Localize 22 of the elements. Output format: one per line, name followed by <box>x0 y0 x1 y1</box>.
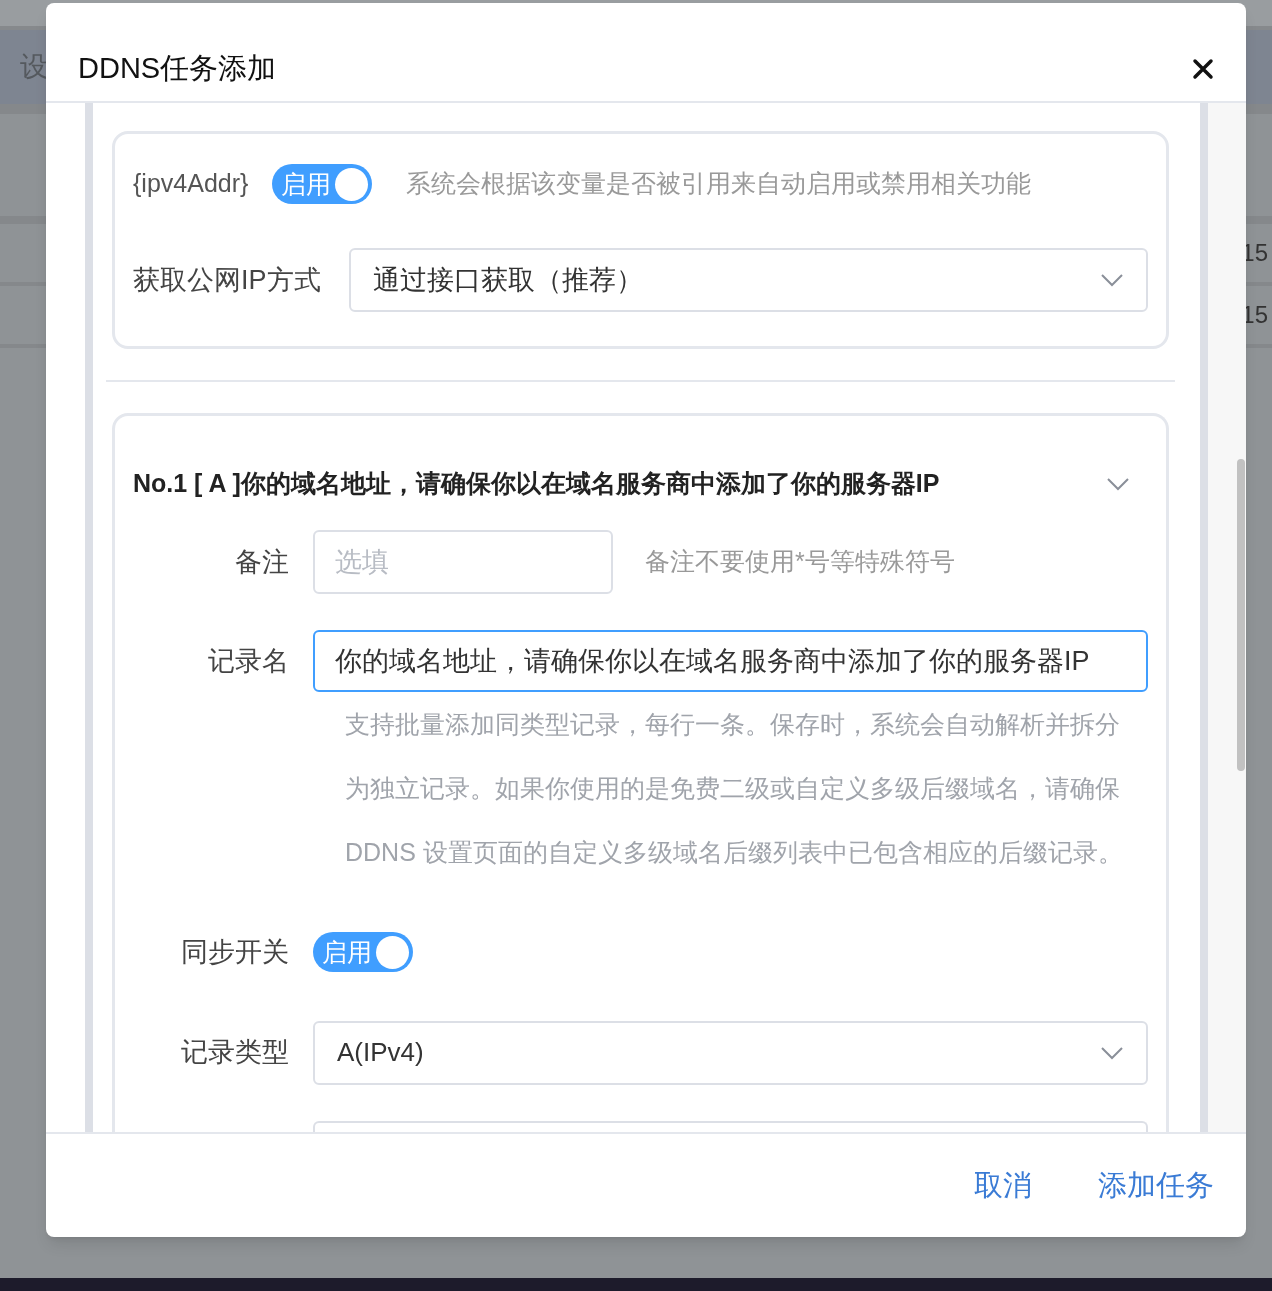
field-label: 同步开关 <box>180 936 289 969</box>
field-label: 备注 <box>234 545 289 579</box>
field-label: 记录类型 <box>180 1036 289 1070</box>
scrollbar-thumb[interactable] <box>1237 459 1245 771</box>
hint-text: 备注不要使用*号等特殊符号 <box>645 546 955 578</box>
hint-text: 系统会根据该变量是否被引用来自动启用或禁用相关功能 <box>406 168 1032 200</box>
variable-label: {ipv4Addr} <box>133 168 249 200</box>
chevron-icon <box>1100 1045 1124 1060</box>
field-label: 记录名 <box>207 644 289 678</box>
record-name-field[interactable]: 你的域名地址，请确保你以在域名服务商中添加了你的服务器IP <box>313 630 1148 692</box>
record-header[interactable]: No.1 [ A ]你的域名地址，请确保你以在域名服务商中添加了你的服务器IP <box>133 462 1148 506</box>
select-field[interactable]: 通过接口获取（推荐） <box>349 248 1148 312</box>
close-icon[interactable] <box>1192 58 1214 80</box>
chevron-icon <box>1106 477 1130 491</box>
dialog-title: DDNS任务添加 <box>78 51 277 87</box>
field-label: 获取公网IP方式 <box>133 263 322 297</box>
dialog-button[interactable]: 取消 <box>974 1163 1032 1208</box>
chevron-icon <box>1100 273 1124 287</box>
remark-field[interactable]: 选填 <box>313 530 613 594</box>
help-text: 支持批量添加同类型记录，每行一条。保存时，系统会自动解析并拆分为独立记录。如果你使用的是免费二级或自定义多级后缀域名，请确保 DDNS 设置页面的自定义多级域名后缀列表中已包含相应的后缀记录。 <box>345 709 1124 868</box>
dialog-button[interactable]: 添加任务 <box>1098 1163 1214 1208</box>
select-field[interactable]: A(IPv4) <box>313 1020 1148 1085</box>
